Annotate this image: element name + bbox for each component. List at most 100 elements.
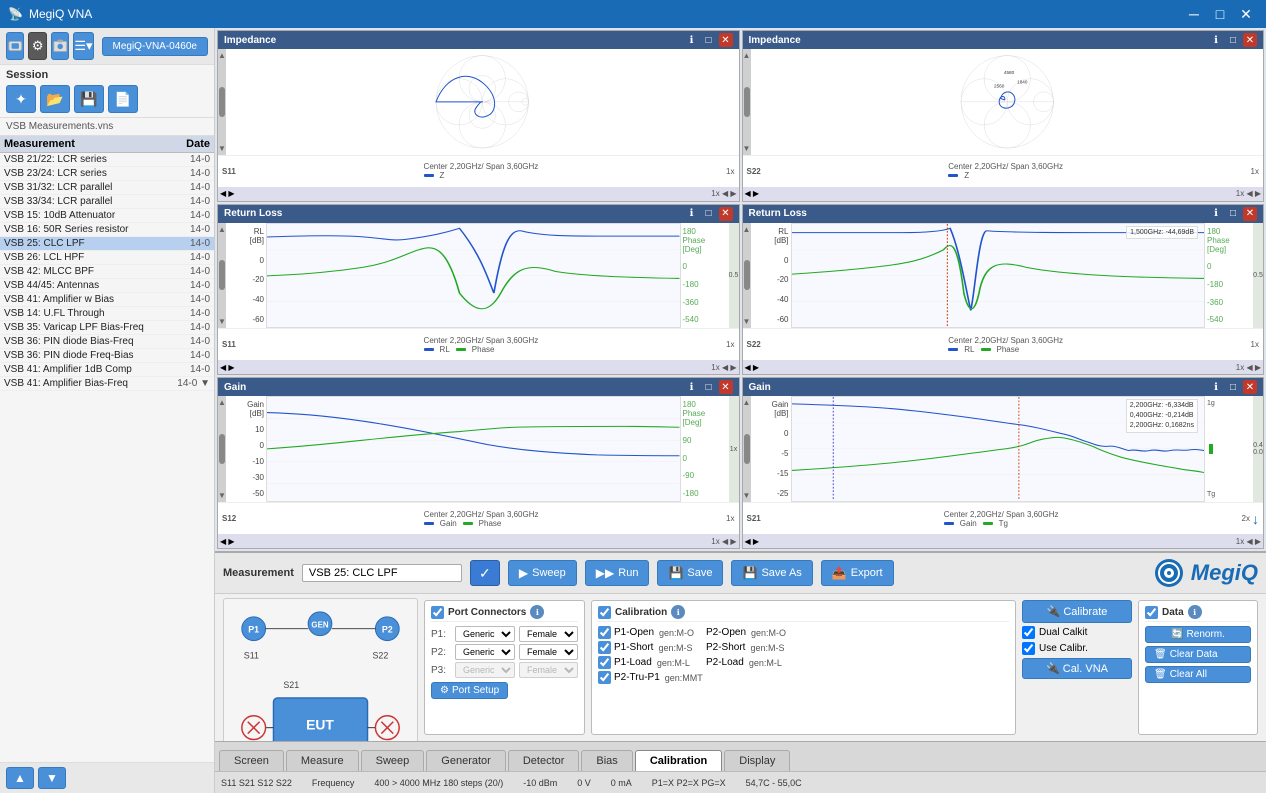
port-p2-gender[interactable]: Female [519, 644, 578, 660]
nav-down-btn[interactable]: ▼ [38, 767, 66, 789]
p1-open-check[interactable] [598, 626, 611, 639]
chart-tl-title: Impedance [224, 35, 276, 46]
meas-row-1[interactable]: VSB 23/24: LCR series14-0 [0, 167, 214, 181]
chart-br-max[interactable]: □ [1226, 380, 1240, 394]
sweep-btn[interactable]: ▶ Sweep [508, 560, 577, 586]
calibrate-btn[interactable]: 🔌 Calibrate [1022, 600, 1132, 623]
session-toolbar: ✦ 📂 💾 📄 [0, 83, 214, 118]
meas-row-0[interactable]: VSB 21/22: LCR series14-0 [0, 153, 214, 167]
port-p1-type[interactable]: Generic [455, 626, 515, 642]
chart-ml-close[interactable]: ✕ [719, 207, 733, 221]
eut-diagram: P1 GEN P2 S11 S21 S22 [223, 598, 418, 741]
calibration-info[interactable]: ℹ [671, 605, 685, 619]
chart-br-close[interactable]: ✕ [1243, 380, 1257, 394]
tab-detector[interactable]: Detector [508, 750, 580, 771]
chart-ml-max[interactable]: □ [702, 207, 716, 221]
chart-mr-info[interactable]: ℹ [1209, 207, 1223, 221]
cal-vna-btn[interactable]: 🔌 Cal. VNA [1022, 658, 1132, 679]
calibration-check[interactable] [598, 606, 611, 619]
meas-row-12[interactable]: VSB 35: Varicap LPF Bias-Freq14-0 [0, 321, 214, 335]
chart-bl-info[interactable]: ℹ [685, 380, 699, 394]
chart-ml-info[interactable]: ℹ [685, 207, 699, 221]
confirm-btn[interactable]: ✓ [470, 560, 500, 586]
open-session-btn[interactable]: 📂 [40, 85, 70, 113]
tab-screen[interactable]: Screen [219, 750, 284, 771]
close-btn[interactable]: ✕ [1234, 2, 1258, 26]
port-connectors-check[interactable] [431, 606, 444, 619]
port-connectors-info[interactable]: ℹ [530, 605, 544, 619]
save-session-btn[interactable]: 💾 [74, 85, 104, 113]
nav-up-btn[interactable]: ▲ [6, 767, 34, 789]
dual-calkit-check[interactable] [1022, 626, 1035, 639]
meas-row-15[interactable]: VSB 41: Amplifier 1dB Comp14-0 [0, 363, 214, 377]
meas-row-5[interactable]: VSB 16: 50R Series resistor14-0 [0, 223, 214, 237]
menu-btn[interactable]: ☰▾ [73, 32, 93, 60]
meas-row-9[interactable]: VSB 44/45: Antennas14-0 [0, 279, 214, 293]
chart-tl-max[interactable]: □ [702, 33, 716, 47]
meas-row-14[interactable]: VSB 36: PIN diode Freq-Bias14-0 [0, 349, 214, 363]
clear-all-btn[interactable]: 🗑 Clear All [1145, 666, 1251, 683]
connect-btn[interactable] [6, 32, 24, 60]
screenshot-btn[interactable] [51, 32, 69, 60]
clear-data-btn[interactable]: 🗑 Clear Data [1145, 646, 1251, 663]
chart-mr-title: Return Loss [749, 208, 807, 219]
renorm-btn[interactable]: 🔄 Renorm. [1145, 626, 1251, 643]
chart-tl-info[interactable]: ℹ [685, 33, 699, 47]
chart-tr-info[interactable]: ℹ [1209, 33, 1223, 47]
tab-sweep[interactable]: Sweep [361, 750, 425, 771]
title-bar: 📡 MegiQ VNA ─ □ ✕ [0, 0, 1266, 28]
tab-display[interactable]: Display [724, 750, 790, 771]
maximize-btn[interactable]: □ [1208, 2, 1232, 26]
meas-row-2[interactable]: VSB 31/32: LCR parallel14-0 [0, 181, 214, 195]
meas-row-4[interactable]: VSB 15: 10dB Attenuator14-0 [0, 209, 214, 223]
chart-tl-close[interactable]: ✕ [719, 33, 733, 47]
port-setup-btn[interactable]: ⚙ Port Setup [431, 682, 508, 699]
svg-text:P2: P2 [382, 625, 393, 635]
svg-text:2560: 2560 [994, 83, 1005, 88]
p1-load-check[interactable] [598, 656, 611, 669]
saveas-session-btn[interactable]: 📄 [108, 85, 138, 113]
measurement-table: Measurement Date VSB 21/22: LCR series14… [0, 136, 214, 762]
chart-returnloss-s11: Return Loss ℹ □ ✕ ▲▼ RL[dB] 0-20-40-60 [217, 204, 740, 376]
sidebar: ⚙ ☰▾ MegiQ-VNA-0460e Session ✦ 📂 💾 📄 VSB… [0, 28, 215, 793]
data-info[interactable]: ℹ [1188, 605, 1202, 619]
export-btn[interactable]: 📤 Export [821, 560, 894, 586]
tab-bias[interactable]: Bias [581, 750, 632, 771]
data-panel: Data ℹ 🔄 Renorm. 🗑 Clear Data 🗑 Clear Al… [1138, 600, 1258, 735]
meas-row-16[interactable]: VSB 41: Amplifier Bias-Freq14-0 ▼ [0, 377, 214, 391]
port-p1-gender[interactable]: Female [519, 626, 578, 642]
p1-short-check[interactable] [598, 641, 611, 654]
port-connectors-title: Port Connectors [448, 607, 526, 618]
device-button[interactable]: MegiQ-VNA-0460e [102, 37, 208, 56]
use-calibr-check[interactable] [1022, 642, 1035, 655]
meas-row-7[interactable]: VSB 26: LCL HPF14-0 [0, 251, 214, 265]
tab-measure[interactable]: Measure [286, 750, 359, 771]
measurement-name-input[interactable] [302, 564, 462, 582]
new-session-btn[interactable]: ✦ [6, 85, 36, 113]
run-btn[interactable]: ▶▶ Run [585, 560, 650, 586]
tab-calibration[interactable]: Calibration [635, 750, 722, 771]
save-btn[interactable]: 💾 Save [657, 560, 723, 586]
chart-br-info[interactable]: ℹ [1209, 380, 1223, 394]
chart-mr-max[interactable]: □ [1226, 207, 1240, 221]
chart-bl-max[interactable]: □ [702, 380, 716, 394]
chart-mr-close[interactable]: ✕ [1243, 207, 1257, 221]
tab-generator[interactable]: Generator [426, 750, 506, 771]
meas-row-6[interactable]: VSB 25: CLC LPF14-0 [0, 237, 214, 251]
meas-row-10[interactable]: VSB 41: Amplifier w Bias14-0 [0, 293, 214, 307]
chart-tr-max[interactable]: □ [1226, 33, 1240, 47]
cal-row-3: P1-Load gen:M-L P2-Load gen:M-L [598, 656, 1009, 669]
data-check[interactable] [1145, 606, 1158, 619]
meas-row-11[interactable]: VSB 14: U.FL Through14-0 [0, 307, 214, 321]
svg-text:GEN: GEN [311, 621, 328, 630]
p2-tru-p1-check[interactable] [598, 671, 611, 684]
meas-row-13[interactable]: VSB 36: PIN diode Bias-Freq14-0 [0, 335, 214, 349]
settings-btn[interactable]: ⚙ [28, 32, 46, 60]
meas-row-3[interactable]: VSB 33/34: LCR parallel14-0 [0, 195, 214, 209]
chart-bl-close[interactable]: ✕ [719, 380, 733, 394]
port-p2-type[interactable]: Generic [455, 644, 515, 660]
chart-tr-close[interactable]: ✕ [1243, 33, 1257, 47]
minimize-btn[interactable]: ─ [1182, 2, 1206, 26]
meas-row-8[interactable]: VSB 42: MLCC BPF14-0 [0, 265, 214, 279]
saveas-btn[interactable]: 💾 Save As [731, 560, 812, 586]
